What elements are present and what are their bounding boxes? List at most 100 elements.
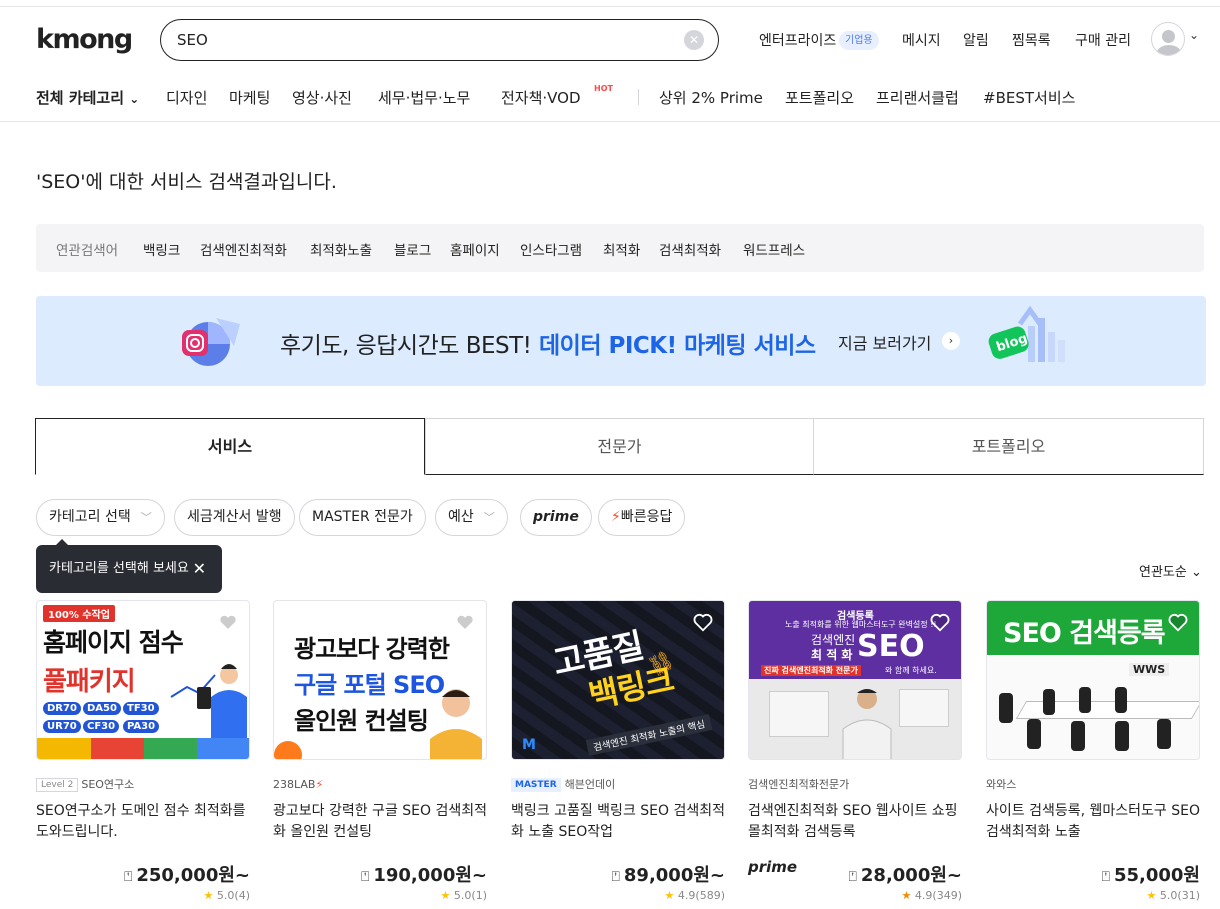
thumb-badge: 100% 수작업 — [43, 605, 115, 622]
budget-filter[interactable]: 예산 ﹀ — [435, 499, 508, 536]
chevron-down-icon: ﹀ — [140, 511, 152, 524]
card-price: 55,000원 — [1113, 865, 1200, 886]
nav-enterprise[interactable]: 엔터프라이즈 — [759, 30, 836, 50]
nav-freelancer-club[interactable]: 프리랜서클럽 — [876, 87, 959, 108]
related-keyword[interactable]: 최적화노출 — [310, 239, 372, 259]
card-price-row: ⍞ 89,000원~ — [511, 861, 725, 887]
category-marketing[interactable]: 마케팅 — [229, 87, 270, 108]
seller-info[interactable]: Level 2 SEO연구소 — [36, 777, 250, 793]
promo-banner[interactable]: 후기도, 응답시간도 BEST! 데이터 PICK! 마케팅 서비스 지금 보러… — [36, 296, 1206, 386]
kmong-logo[interactable]: kmong — [36, 24, 133, 55]
clear-search-icon[interactable]: ✕ — [684, 30, 704, 50]
card-rating: ★ 4.9(589) — [511, 889, 725, 902]
star-icon: ★ — [203, 889, 214, 902]
heart-icon[interactable] — [454, 611, 476, 633]
seller-info[interactable]: 검색엔진최적화전문가 — [748, 777, 962, 793]
chevron-right-icon[interactable]: › — [942, 332, 960, 350]
nav-notifications[interactable]: 알림 — [963, 30, 989, 50]
card-title[interactable]: SEO연구소가 도메인 점수 최적화를 도와드립니다. — [36, 801, 250, 843]
sort-dropdown[interactable]: 연관도순 ⌄ — [1139, 561, 1202, 580]
category-filter[interactable]: 카테고리 선택 ﹀ — [36, 499, 165, 536]
avatar[interactable] — [1151, 22, 1185, 56]
banner-highlight: 데이터 PICK! 마케팅 서비스 — [539, 333, 816, 359]
related-keyword[interactable]: 검색최적화 — [659, 239, 721, 259]
divider — [0, 121, 1220, 122]
nav-best-services[interactable]: #BEST서비스 — [983, 87, 1075, 108]
person-illustration — [170, 664, 247, 739]
star-icon: ★ — [901, 889, 912, 902]
tax-invoice-filter[interactable]: 세금계산서 발행 — [174, 499, 295, 536]
chevron-down-icon: ⌄ — [129, 92, 140, 106]
nav-prime[interactable]: 상위 2% Prime — [659, 87, 763, 108]
related-keyword[interactable]: 블로그 — [394, 239, 431, 259]
master-expert-filter[interactable]: MASTER 전문가 — [299, 499, 426, 536]
card-title[interactable]: 사이트 검색등록, 웹마스터도구 SEO 검색최적화 노출 — [986, 801, 1200, 843]
card-thumbnail[interactable]: 광고보다 강력한 구글 포털 SEO 올인원 컨설팅 — [273, 600, 487, 760]
level-badge: Level 2 — [36, 778, 79, 792]
tab-services[interactable]: 서비스 — [35, 418, 425, 475]
card-rating: ★ 5.0(1) — [273, 889, 487, 902]
nav-divider — [638, 89, 639, 105]
close-icon[interactable]: ✕ — [193, 545, 206, 593]
card-title[interactable]: 백링크 고품질 백링크 SEO 검색최적화 노출 SEO작업 — [511, 801, 725, 843]
category-tooltip: 카테고리를 선택해 보세요 ✕ — [36, 539, 222, 593]
category-video-photo[interactable]: 영상·사진 — [292, 87, 352, 108]
service-card[interactable]: 광고보다 강력한 구글 포털 SEO 올인원 컨설팅 238LAB⚡ 광고보다 … — [273, 600, 487, 902]
review-count: (4) — [234, 889, 250, 902]
category-ebook-vod[interactable]: 전자책·VOD — [501, 87, 581, 108]
card-price-row: ⍞ 250,000원~ — [36, 861, 250, 887]
card-price: 250,000원~ — [136, 865, 250, 886]
nav-wishlist[interactable]: 찜목록 — [1012, 30, 1051, 50]
service-card[interactable]: 100% 수작업 홈페이지 점수 풀패키지 DR70 DA50 TF30 UR7… — [36, 600, 250, 902]
seller-name: 해븐언데이 — [564, 778, 616, 791]
card-rating: ★ 4.9(349) — [748, 889, 962, 902]
price-icon: ⍞ — [123, 869, 133, 885]
review-count: (31) — [1177, 889, 1200, 902]
related-keyword[interactable]: 최적화 — [603, 239, 640, 259]
related-keywords-label: 연관검색어 — [56, 243, 119, 259]
card-title[interactable]: 광고보다 강력한 구글 SEO 검색최적화 올인원 컨설팅 — [273, 801, 487, 843]
thumb-text: 구글 포털 SEO — [294, 671, 445, 699]
related-keyword[interactable]: 홈페이지 — [450, 239, 500, 259]
nav-portfolio[interactable]: 포트폴리오 — [785, 87, 854, 108]
heart-icon[interactable] — [929, 611, 951, 633]
chevron-down-icon[interactable]: ⌄ — [1189, 28, 1199, 42]
card-thumbnail[interactable]: 고품질 백링크 ⛓ 검색엔진 최적화 노출의 핵심 M — [511, 600, 725, 760]
seller-info[interactable]: MASTER 해븐언데이 — [511, 777, 725, 793]
search-bar: ✕ — [160, 19, 719, 61]
seller-name: 238LAB — [273, 778, 316, 791]
category-design[interactable]: 디자인 — [166, 87, 207, 108]
card-thumbnail[interactable]: SEO 검색등록 WWS — [986, 600, 1200, 760]
related-keyword[interactable]: 워드프레스 — [743, 239, 805, 259]
card-thumbnail[interactable]: 검색등록 노출 최적화를 위한 웹마스터도구 완벽설정 !! 검색엔진 최 적 … — [748, 600, 962, 760]
seller-info[interactable]: 와와스 — [986, 777, 1200, 793]
nav-purchase-management[interactable]: 구매 관리 — [1075, 30, 1131, 50]
card-rating: ★ 5.0(31) — [986, 889, 1200, 902]
seller-info[interactable]: 238LAB⚡ — [273, 777, 487, 793]
search-input[interactable] — [177, 29, 657, 51]
category-tax-legal-labor[interactable]: 세무·법무·노무 — [378, 87, 470, 108]
review-count: (589) — [695, 889, 725, 902]
tab-portfolio[interactable]: 포트폴리오 — [813, 418, 1204, 475]
related-keyword[interactable]: 인스타그램 — [520, 239, 582, 259]
fast-response-filter[interactable]: ⚡빠른응답 — [598, 499, 686, 536]
service-card[interactable]: 고품질 백링크 ⛓ 검색엔진 최적화 노출의 핵심 M MASTER 해븐언데이 … — [511, 600, 725, 902]
card-rating: ★ 5.0(4) — [36, 889, 250, 902]
card-title[interactable]: 검색엔진최적화 SEO 웹사이트 쇼핑몰최적화 검색등록 — [748, 801, 962, 843]
prime-filter[interactable]: prime — [520, 499, 592, 536]
heart-icon[interactable] — [692, 611, 714, 633]
heart-icon[interactable] — [217, 611, 239, 633]
tooltip-text: 카테고리를 선택해 보세요 — [49, 561, 189, 576]
service-card[interactable]: SEO 검색등록 WWS 와와스 사이트 검색등록, 웹마스터도구 SEO 검색… — [986, 600, 1200, 902]
person-illustration — [430, 689, 482, 759]
related-keyword[interactable]: 검색엔진최적화 — [200, 239, 287, 259]
nav-messages[interactable]: 메시지 — [902, 30, 941, 50]
service-card[interactable]: 검색등록 노출 최적화를 위한 웹마스터도구 완벽설정 !! 검색엔진 최 적 … — [748, 600, 962, 902]
banner-cta[interactable]: 지금 보러가기 — [838, 330, 931, 354]
heart-icon[interactable] — [1167, 611, 1189, 633]
card-thumbnail[interactable]: 100% 수작업 홈페이지 점수 풀패키지 DR70 DA50 TF30 UR7… — [36, 600, 250, 760]
tab-experts[interactable]: 전문가 — [425, 418, 814, 475]
card-price: 89,000원~ — [623, 865, 725, 886]
all-categories-menu[interactable]: 전체 카테고리 ⌄ — [36, 87, 139, 108]
related-keyword[interactable]: 백링크 — [143, 239, 180, 259]
